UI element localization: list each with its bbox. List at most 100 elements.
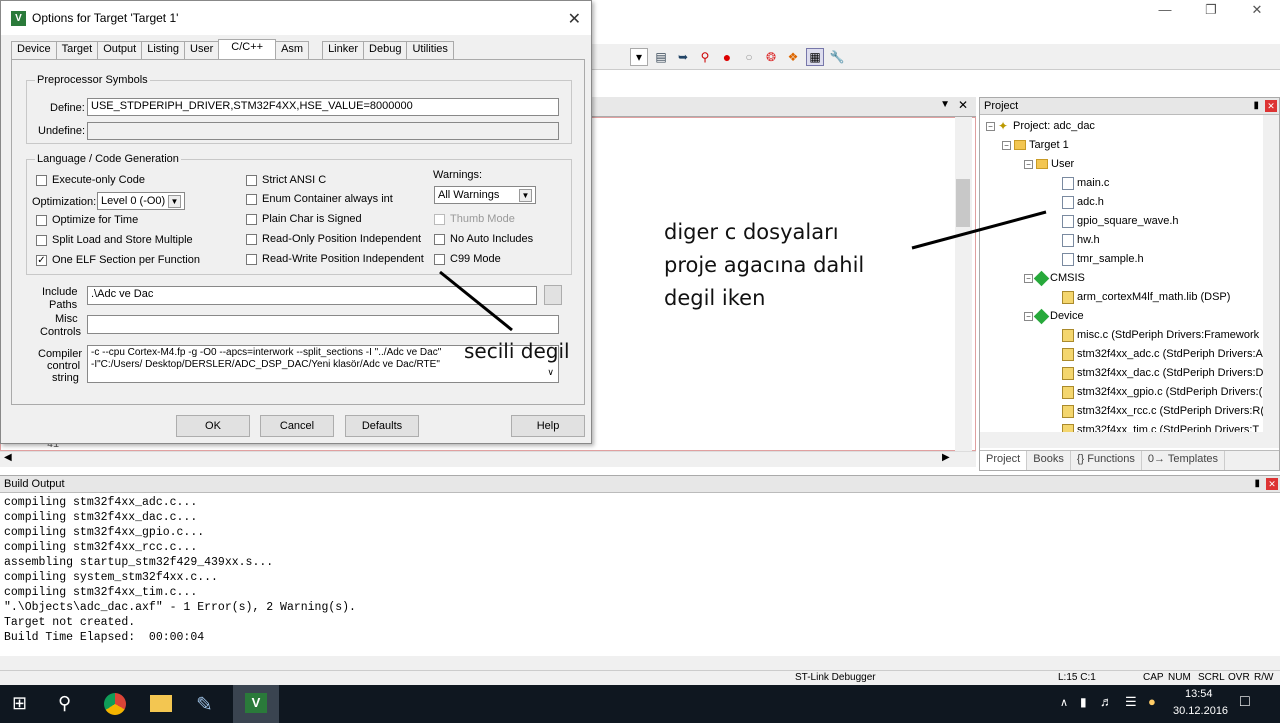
optimize-time-checkbox[interactable]: Optimize for Time [36,214,138,226]
warnings-select[interactable]: All Warnings ▼ [434,186,536,204]
tray-app-icon[interactable]: ● [1148,694,1156,709]
split-load-checkbox[interactable]: Split Load and Store Multiple [36,234,193,246]
tab-templates[interactable]: 0→ Templates [1142,451,1226,470]
editor-hscroll[interactable]: ◀ ▶ [0,451,976,467]
checkbox-box[interactable] [434,253,445,265]
chrome-icon[interactable] [104,693,126,715]
checkbox-box[interactable] [36,234,47,246]
defaults-button[interactable]: Defaults [345,415,419,437]
tree-vscroll[interactable] [1263,115,1279,435]
tab-asm[interactable]: Asm [275,41,310,59]
rw-pos-checkbox[interactable]: Read-Write Position Independent [246,253,424,265]
panel-close-icon[interactable]: ✕ [1265,100,1277,112]
wrench-icon[interactable]: 🔧 [828,48,846,66]
chevron-down-icon[interactable]: ▼ [168,194,181,208]
tree-folder-device[interactable]: − Device [1024,307,1084,325]
tree-folder-cmsis[interactable]: − CMSIS [1024,269,1085,287]
checkbox-box[interactable] [246,253,257,265]
collapse-icon[interactable]: − [1002,140,1011,150]
checkbox-box[interactable] [246,213,257,225]
collapse-icon[interactable]: − [986,121,995,131]
keil-taskbar-button[interactable]: V [233,685,279,723]
tray-chevron-icon[interactable]: ∧ [1060,696,1068,709]
one-elf-checkbox[interactable]: ✓ One ELF Section per Function [36,254,200,266]
tree-file[interactable]: stm32f4xx_rcc.c (StdPeriph Drivers:R( [1062,402,1264,420]
define-input[interactable]: USE_STDPERIPH_DRIVER,STM32F4XX,HSE_VALUE… [87,98,559,116]
plain-char-checkbox[interactable]: Plain Char is Signed [246,213,362,225]
translate-icon[interactable]: ➥ [674,48,692,66]
checkbox-box[interactable] [246,233,257,245]
volume-icon[interactable]: ♬ [1100,694,1113,709]
panel-close-icon[interactable]: ✕ [1266,478,1278,490]
ok-button[interactable]: OK [176,415,250,437]
checkbox-box[interactable] [246,193,257,205]
misc-controls-input[interactable] [87,315,559,334]
tree-folder-user[interactable]: − User [1024,155,1074,173]
tab-c-cpp[interactable]: C/C++ [218,39,277,59]
ro-pos-checkbox[interactable]: Read-Only Position Independent [246,233,421,245]
tree-file[interactable]: stm32f4xx_adc.c (StdPeriph Drivers:A [1062,345,1263,363]
breakpoint-disable-icon[interactable]: ❂ [762,48,780,66]
execute-only-checkbox[interactable]: Execute-only Code [36,174,145,186]
optimization-select[interactable]: Level 0 (-O0) ▼ [97,192,185,210]
tab-user[interactable]: User [184,41,220,59]
include-paths-input[interactable]: .\Adc ve Dac [87,286,537,305]
windows-start-icon[interactable]: ⊞ [12,693,27,714]
tree-file[interactable]: tmr_sample.h [1062,250,1144,268]
tab-books[interactable]: Books [1027,451,1071,470]
build-target-icon[interactable]: ▤ [652,48,670,66]
no-auto-includes-checkbox[interactable]: No Auto Includes [434,233,533,245]
tree-file[interactable]: arm_cortexM4lf_math.lib (DSP) [1062,288,1230,306]
c99-mode-checkbox[interactable]: C99 Mode [434,253,501,265]
breakpoint-icon[interactable]: ● [718,48,736,66]
chevron-down-icon[interactable]: ▼ [519,188,532,202]
tree-file[interactable]: stm32f4xx_dac.c (StdPeriph Drivers:D [1062,364,1263,382]
help-button[interactable]: Help [511,415,585,437]
cancel-button[interactable]: Cancel [260,415,334,437]
paint-icon[interactable]: ✎ [196,692,213,717]
build-hscroll[interactable] [0,656,1280,670]
pin-icon[interactable]: ▮ [1253,98,1259,114]
tab-utilities[interactable]: Utilities [406,41,454,59]
thumb-mode-checkbox[interactable]: Thumb Mode [434,213,515,225]
build-log[interactable]: compiling stm32f4xx_adc.c... compiling s… [0,493,1280,647]
tree-file[interactable]: misc.c (StdPeriph Drivers:Framework [1062,326,1259,344]
enum-container-checkbox[interactable]: Enum Container always int [246,193,393,205]
minimize-icon[interactable]: — [1142,0,1188,20]
editor-close-icon[interactable]: ✕ [958,98,968,112]
file-explorer-icon[interactable] [150,695,172,712]
tree-file[interactable]: adc.h [1062,193,1104,211]
tab-linker[interactable]: Linker [322,41,365,59]
clock-date[interactable]: 30.12.2016 [1173,705,1228,717]
pin-icon[interactable]: ▮ [1254,476,1260,492]
close-icon[interactable]: ✕ [1234,0,1280,20]
tree-target[interactable]: − Target 1 [1002,136,1069,154]
checkbox-box[interactable] [36,174,47,186]
tree-file[interactable]: hw.h [1062,231,1100,249]
scroll-thumb[interactable] [956,179,970,227]
dropdown-icon[interactable]: ▾ [630,47,648,66]
clock-time[interactable]: 13:54 [1185,688,1213,700]
scroll-right-icon[interactable]: ▶ [942,452,950,463]
tree-root[interactable]: − ✦ Project: adc_dac [986,117,1095,135]
restore-icon[interactable]: ❐ [1188,0,1234,20]
checkmark-icon[interactable]: ✓ [36,254,47,266]
tree-file[interactable]: gpio_square_wave.h [1062,212,1179,230]
search-icon[interactable]: ⚲ [58,693,71,714]
strict-ansi-checkbox[interactable]: Strict ANSI C [246,174,326,186]
collapse-icon[interactable]: − [1024,159,1033,169]
tab-target[interactable]: Target [55,41,99,59]
tab-output[interactable]: Output [97,41,143,59]
tab-debug[interactable]: Debug [363,41,408,59]
notifications-icon[interactable]: □ [1240,693,1250,711]
network-icon[interactable]: ☰ [1125,694,1137,710]
close-icon[interactable]: ✕ [568,9,581,29]
scroll-left-icon[interactable]: ◀ [4,452,12,463]
browse-button[interactable] [544,285,562,305]
tab-device[interactable]: Device [11,41,57,59]
checkbox-box[interactable] [434,213,445,225]
tab-listing[interactable]: Listing [141,41,186,59]
tree-hscroll[interactable] [980,432,1279,448]
tab-project[interactable]: Project [980,451,1028,470]
editor-vscroll[interactable] [955,117,972,451]
